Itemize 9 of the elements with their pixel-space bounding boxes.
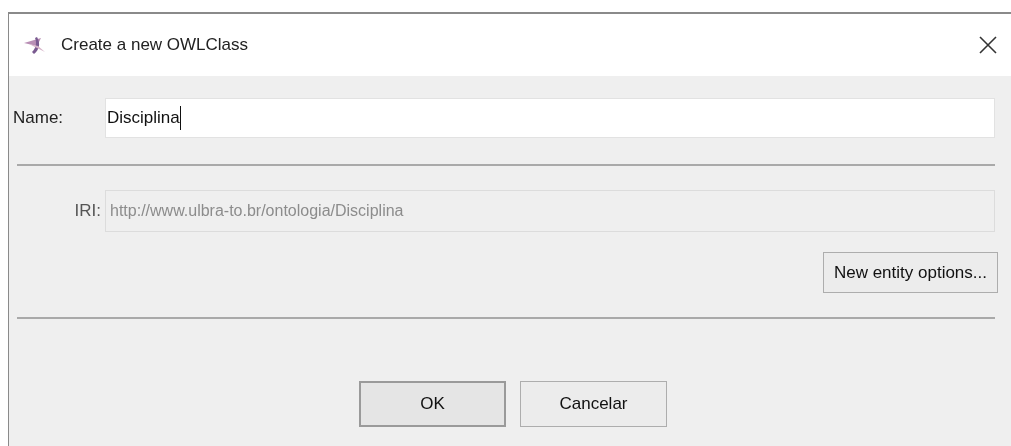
window-title: Create a new OWLClass [61,34,249,57]
new-entity-options-button[interactable]: New entity options... [822,252,998,293]
close-icon[interactable] [979,36,997,54]
iri-input-field: http://www.ulbra-to.br/ontologia/Disciplina [105,190,995,232]
dialog-button[interactable]: OK [359,381,506,427]
dialog-button[interactable]: Cancelar [520,381,667,427]
name-label: Name: [13,107,65,130]
name-input-field[interactable]: Disciplina [105,98,995,138]
iri-label: IRI: [73,200,102,223]
